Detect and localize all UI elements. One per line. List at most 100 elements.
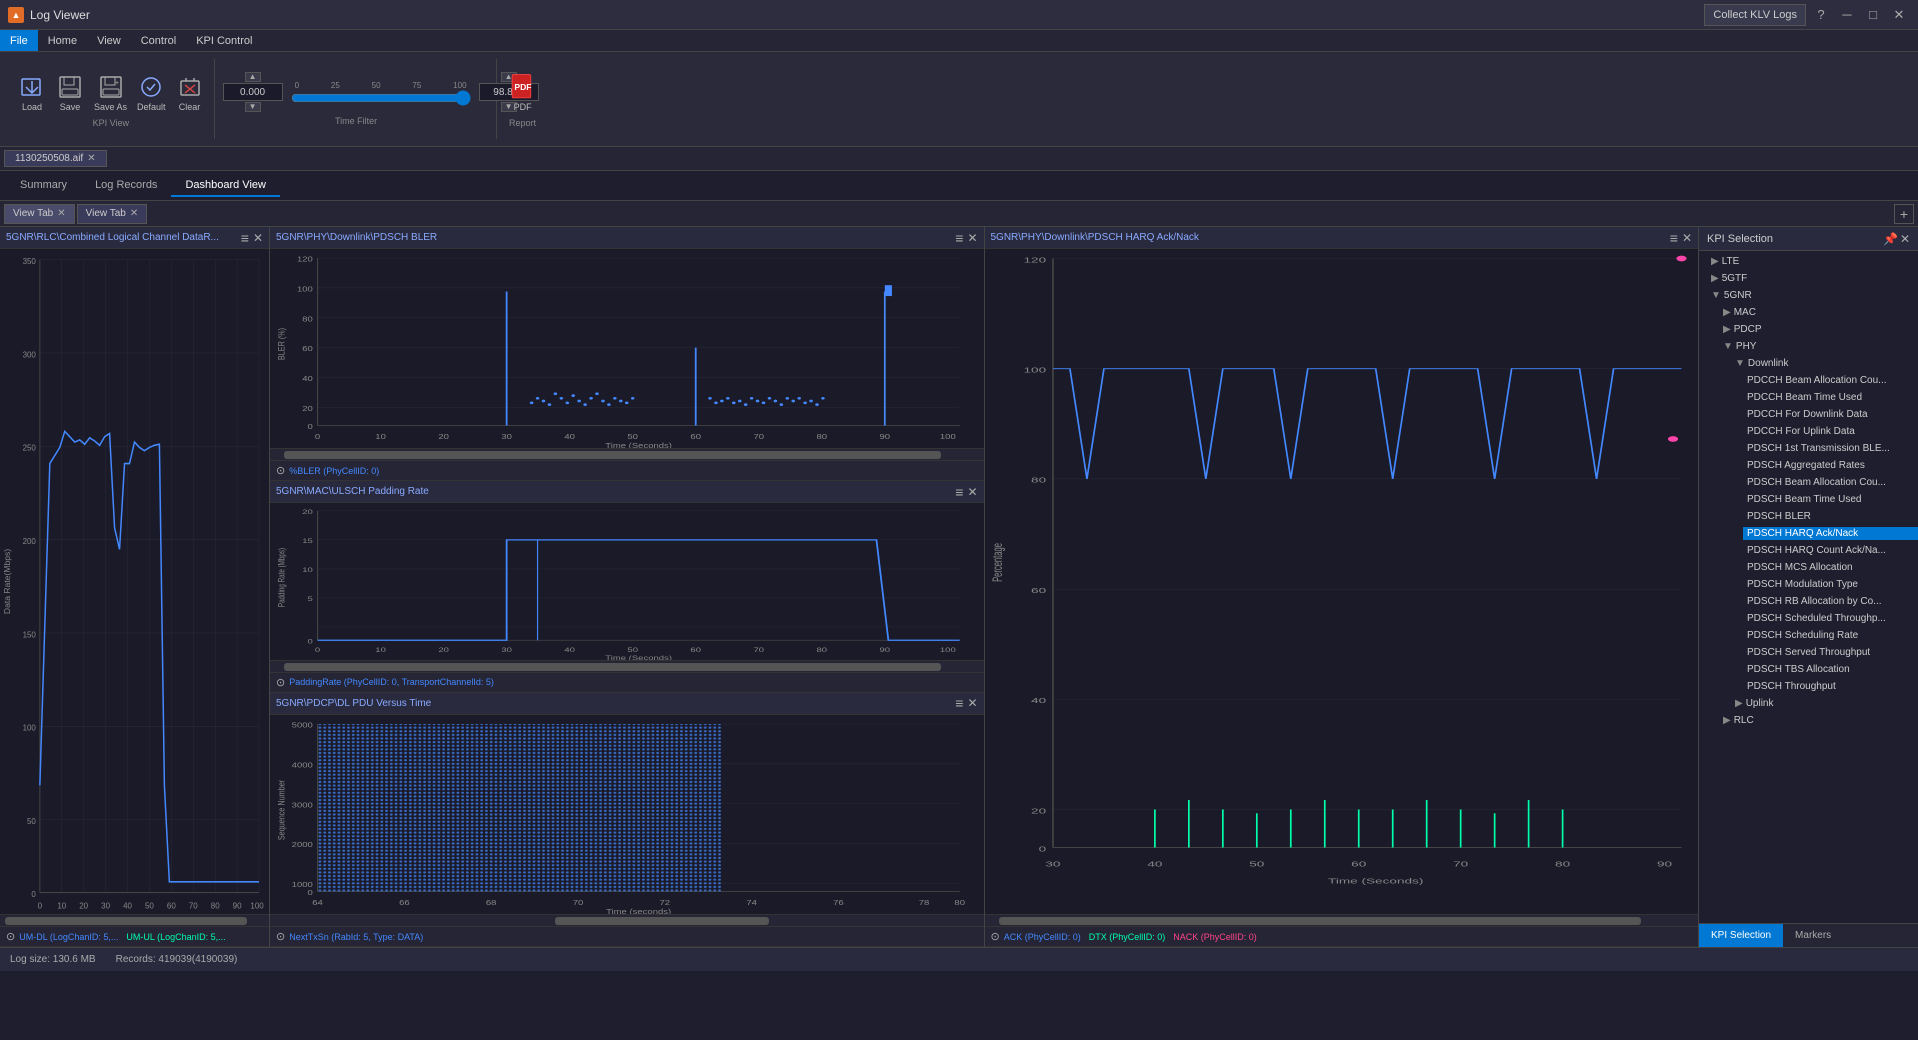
- default-button[interactable]: Default: [133, 71, 170, 114]
- kpi-pdsch-harq-count[interactable]: PDSCH HARQ Count Ack/Na...: [1699, 542, 1918, 559]
- kpi-pdcch-beam-alloc[interactable]: PDCCH Beam Allocation Cou...: [1699, 372, 1918, 389]
- kpi-pdsch-mod-type[interactable]: PDSCH Modulation Type: [1699, 576, 1918, 593]
- svg-text:70: 70: [753, 647, 764, 654]
- svg-text:Time (seconds): Time (seconds): [606, 907, 671, 914]
- kpi-pdsch-mcs[interactable]: PDSCH MCS Allocation: [1699, 559, 1918, 576]
- time-filter-label: Time Filter: [335, 116, 377, 126]
- pdf-button[interactable]: PDF PDF: [505, 71, 541, 114]
- kpi-pdsch-served-throughput[interactable]: PDSCH Served Throughput: [1699, 644, 1918, 661]
- load-button[interactable]: Load: [14, 71, 50, 114]
- clear-button[interactable]: Clear: [172, 71, 208, 114]
- kpi-phy[interactable]: ▼ PHY: [1699, 338, 1918, 355]
- left-chart-expand[interactable]: ⊙: [6, 930, 15, 943]
- kpi-downlink[interactable]: ▼ Downlink: [1699, 355, 1918, 372]
- svg-text:15: 15: [302, 538, 313, 545]
- slider-group: 0 25 50 75 100: [291, 81, 471, 104]
- save-button[interactable]: Save: [52, 71, 88, 114]
- clear-label: Clear: [179, 102, 201, 112]
- svg-text:Sequence Number: Sequence Number: [275, 780, 286, 840]
- mid-top-chart-menu[interactable]: ≡: [955, 230, 963, 246]
- legend-bler[interactable]: %BLER (PhyCellID: 0): [289, 466, 379, 476]
- left-chart-menu[interactable]: ≡: [241, 230, 249, 246]
- legend-ack[interactable]: ACK (PhyCellID: 0): [1004, 932, 1081, 942]
- menu-item-control[interactable]: Control: [131, 30, 186, 51]
- mid-mid-chart-menu[interactable]: ≡: [955, 484, 963, 500]
- close-button[interactable]: ✕: [1888, 4, 1910, 26]
- tab-dashboard-view[interactable]: Dashboard View: [171, 175, 280, 197]
- tab-log-records[interactable]: Log Records: [81, 175, 171, 197]
- kpi-rlc[interactable]: ▶ RLC: [1699, 712, 1918, 729]
- kpi-pdsch-agg-rates[interactable]: PDSCH Aggregated Rates: [1699, 457, 1918, 474]
- menu-item-home[interactable]: Home: [38, 30, 87, 51]
- mid-mid-expand[interactable]: ⊙: [276, 676, 285, 689]
- kpi-pdsch-harq-ack[interactable]: PDSCH HARQ Ack/Nack: [1699, 525, 1918, 542]
- file-tab-close-0[interactable]: ✕: [87, 153, 95, 164]
- minimize-button[interactable]: ─: [1836, 4, 1858, 26]
- kpi-pdsch-bler[interactable]: PDSCH BLER: [1699, 508, 1918, 525]
- save-as-button[interactable]: + Save As: [90, 71, 131, 114]
- kpi-pin-button[interactable]: 📌: [1883, 232, 1898, 246]
- maximize-button[interactable]: □: [1862, 4, 1884, 26]
- right-chart-expand[interactable]: ⊙: [991, 930, 1000, 943]
- mid-bottom-chart-menu[interactable]: ≡: [955, 695, 963, 711]
- inner-tab-1-close[interactable]: ✕: [130, 208, 138, 219]
- mid-bottom-scrollbar[interactable]: [270, 914, 984, 926]
- time-start-input[interactable]: [223, 83, 283, 101]
- mid-top-scrollbar[interactable]: [270, 448, 984, 460]
- mid-mid-scrollbar[interactable]: [270, 660, 984, 672]
- kpi-pdsch-1st-bler[interactable]: PDSCH 1st Transmission BLE...: [1699, 440, 1918, 457]
- kpi-pdcch-beam-time[interactable]: PDCCH Beam Time Used: [1699, 389, 1918, 406]
- legend-nack[interactable]: NACK (PhyCellID: 0): [1173, 932, 1257, 942]
- menu-item-file[interactable]: File: [0, 30, 38, 51]
- kpi-pdsch-sched-throughput[interactable]: PDSCH Scheduled Throughp...: [1699, 610, 1918, 627]
- mid-bottom-expand[interactable]: ⊙: [276, 930, 285, 943]
- kpi-pdsch-rb-alloc[interactable]: PDSCH RB Allocation by Co...: [1699, 593, 1918, 610]
- time-start-up[interactable]: ▲: [245, 72, 261, 82]
- time-filter-slider[interactable]: [291, 92, 471, 104]
- right-chart-scrollbar[interactable]: [985, 914, 1699, 926]
- kpi-pdsch-throughput[interactable]: PDSCH Throughput: [1699, 678, 1918, 695]
- kpi-pdcch-dl-data[interactable]: PDCCH For Downlink Data: [1699, 406, 1918, 423]
- kpi-5gnr[interactable]: ▼ 5GNR: [1699, 287, 1918, 304]
- menu-item-view[interactable]: View: [87, 30, 131, 51]
- kpi-lte[interactable]: ▶ LTE: [1699, 253, 1918, 270]
- kpi-pdsch-tbs[interactable]: PDSCH TBS Allocation: [1699, 661, 1918, 678]
- legend-um-dl[interactable]: UM-DL (LogChanID: 5,...: [19, 932, 118, 942]
- kpi-pdsch-sched-rate[interactable]: PDSCH Scheduling Rate: [1699, 627, 1918, 644]
- svg-text:300: 300: [23, 350, 37, 359]
- kpi-5gtf[interactable]: ▶ 5GTF: [1699, 270, 1918, 287]
- time-start-down[interactable]: ▼: [245, 102, 261, 112]
- mid-top-expand[interactable]: ⊙: [276, 464, 285, 477]
- right-chart-close[interactable]: ✕: [1682, 231, 1692, 245]
- collect-klv-button[interactable]: Collect KLV Logs: [1704, 4, 1806, 26]
- menu-item-kpi-control[interactable]: KPI Control: [186, 30, 262, 51]
- left-chart-scrollbar[interactable]: [0, 914, 269, 926]
- right-chart-menu[interactable]: ≡: [1670, 230, 1678, 246]
- help-button[interactable]: ?: [1810, 4, 1832, 26]
- kpi-uplink[interactable]: ▶ Uplink: [1699, 695, 1918, 712]
- kpi-mac[interactable]: ▶ MAC: [1699, 304, 1918, 321]
- legend-dtx[interactable]: DTX (PhyCellID: 0): [1089, 932, 1166, 942]
- add-tab-button[interactable]: +: [1894, 204, 1914, 224]
- inner-tab-0-close[interactable]: ✕: [57, 208, 65, 219]
- kpi-tab-markers[interactable]: Markers: [1783, 924, 1843, 947]
- mid-bottom-chart-close[interactable]: ✕: [967, 696, 977, 710]
- kpi-pdcp[interactable]: ▶ PDCP: [1699, 321, 1918, 338]
- legend-pdu[interactable]: NextTxSn (RabId: 5, Type: DATA): [289, 932, 423, 942]
- file-tab-0[interactable]: 1130250508.aif ✕: [4, 150, 107, 167]
- mid-mid-chart-close[interactable]: ✕: [967, 485, 977, 499]
- left-chart-close[interactable]: ✕: [253, 231, 263, 245]
- tab-summary-label: Summary: [20, 179, 67, 191]
- kpi-pdcch-ul-data[interactable]: PDCCH For Uplink Data: [1699, 423, 1918, 440]
- svg-text:Data Rate(Mbps): Data Rate(Mbps): [3, 549, 12, 614]
- kpi-pdsch-beam-alloc[interactable]: PDSCH Beam Allocation Cou...: [1699, 474, 1918, 491]
- kpi-pdsch-beam-time[interactable]: PDSCH Beam Time Used: [1699, 491, 1918, 508]
- legend-um-ul[interactable]: UM-UL (LogChanID: 5,...: [126, 932, 225, 942]
- tab-summary[interactable]: Summary: [6, 175, 81, 197]
- inner-tab-0[interactable]: View Tab ✕: [4, 204, 75, 224]
- kpi-tab-selection[interactable]: KPI Selection: [1699, 924, 1783, 947]
- legend-padding[interactable]: PaddingRate (PhyCellID: 0, TransportChan…: [289, 677, 494, 687]
- inner-tab-1[interactable]: View Tab ✕: [77, 204, 148, 224]
- kpi-close-button[interactable]: ✕: [1900, 232, 1910, 246]
- mid-top-chart-close[interactable]: ✕: [967, 231, 977, 245]
